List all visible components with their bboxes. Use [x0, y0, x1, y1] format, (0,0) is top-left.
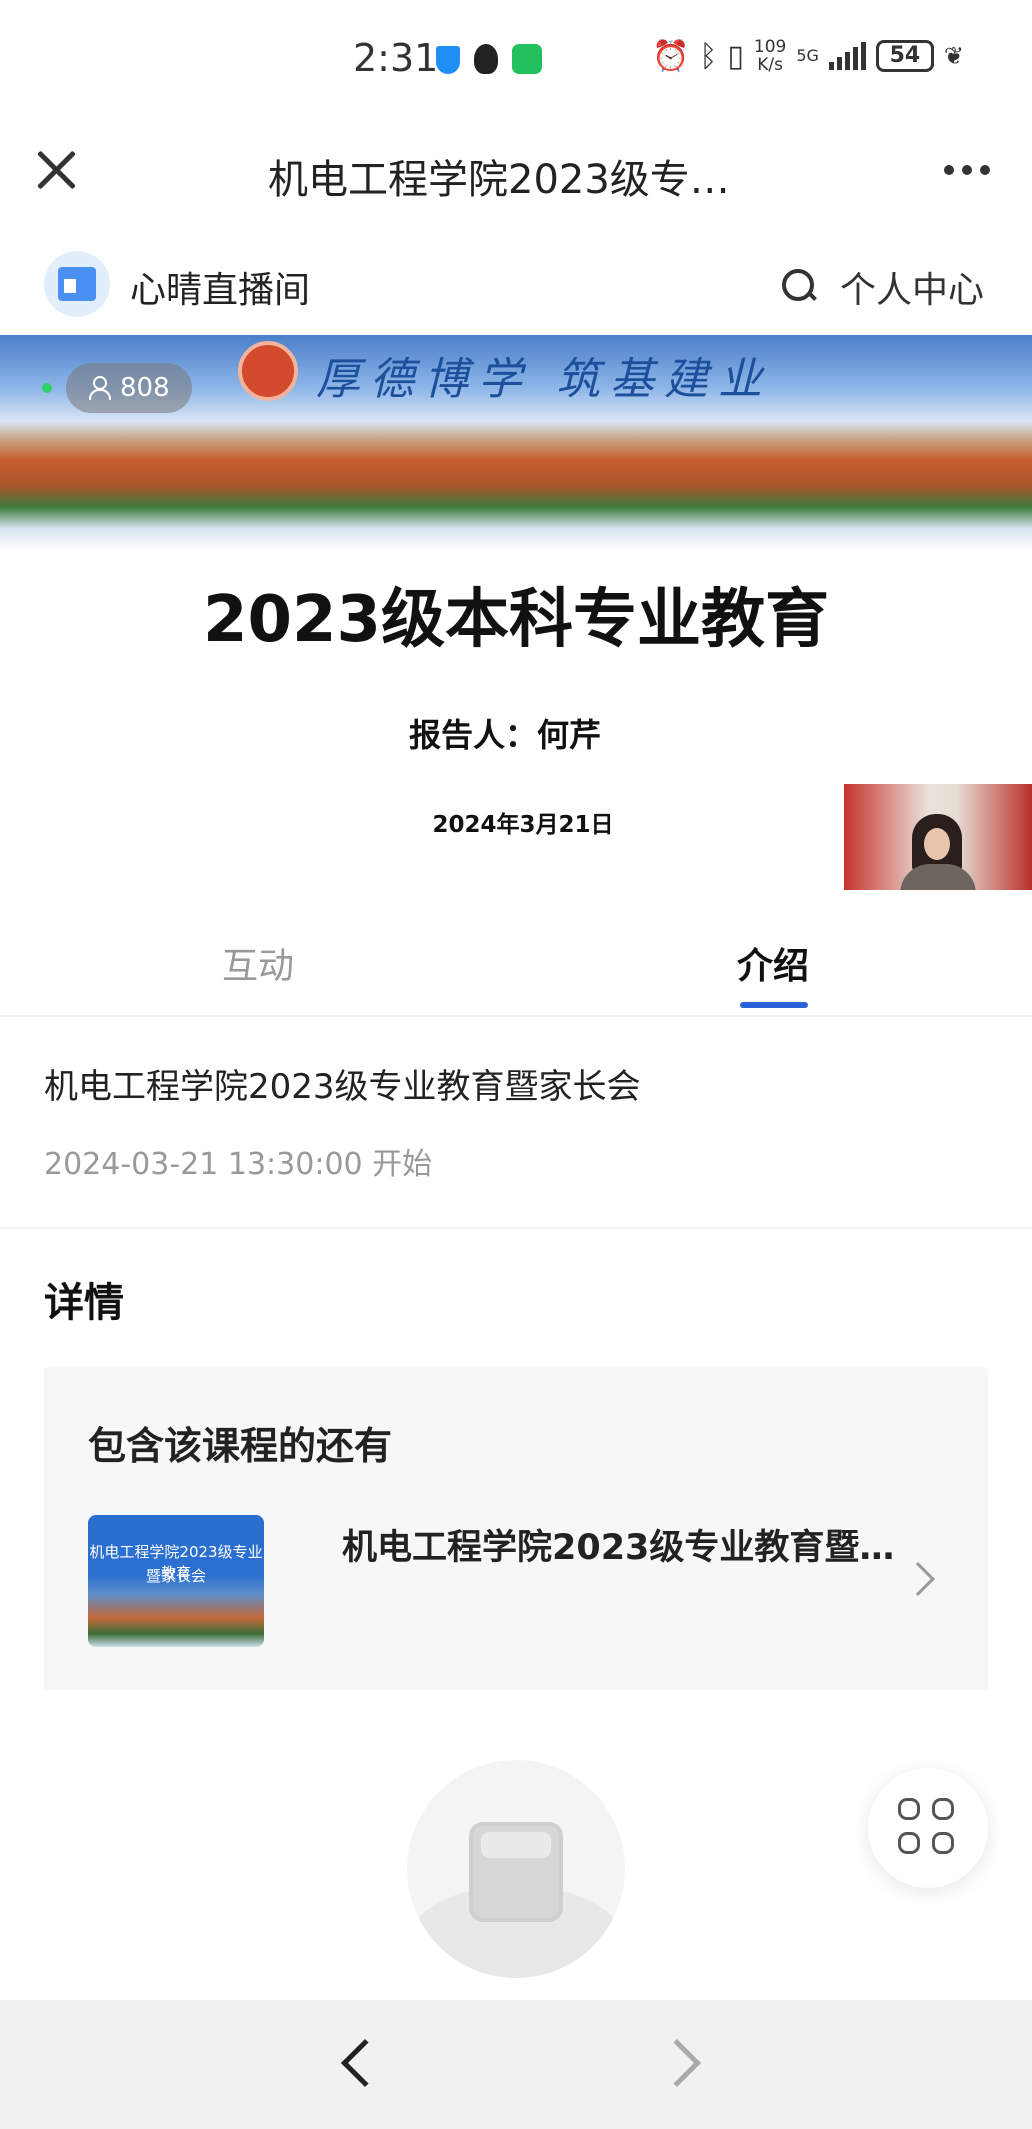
channel-name[interactable]: 心晴直播间 [130, 261, 310, 313]
event-info: 机电工程学院2023级专业教育暨家长会 2024-03-21 13:30:00 … [0, 1017, 1032, 1229]
empty-box-illustration [407, 1760, 625, 1978]
thumbnail-caption-line2: 暨家长会 [145, 1567, 206, 1585]
slide-title: 2023级本科专业教育 [202, 583, 830, 657]
status-bar: 2:31 ⏰ ᛒ ▯ 109 K/s 5G 54 ❦ [0, 0, 1032, 115]
title-bar: 机电工程学院2023级专… [0, 115, 1032, 225]
forward-arrow-icon[interactable] [652, 2038, 702, 2088]
event-start-time: 2024-03-21 13:30:00 开始 [44, 1147, 433, 1182]
store-icon [58, 267, 96, 301]
user-icon [88, 376, 111, 400]
box-icon [469, 1822, 563, 1922]
channel-avatar[interactable] [44, 251, 110, 317]
event-title: 机电工程学院2023级专业教育暨家长会 [44, 1067, 641, 1107]
related-course-title: 机电工程学院2023级专业教育暨… [342, 1528, 895, 1568]
tab-bar: 互动 介绍 [0, 895, 1032, 1017]
related-courses-heading: 包含该课程的还有 [88, 1424, 393, 1468]
shield-icon [436, 46, 460, 74]
slide-reporter: 报告人：何芹 [408, 716, 601, 754]
related-course-thumbnail: 机电工程学院2023级专业教育 暨家长会 [88, 1515, 264, 1647]
channel-header: 心晴直播间 个人中心 [0, 225, 1032, 335]
search-icon[interactable] [782, 269, 816, 303]
browser-bottom-nav [0, 2000, 1032, 2129]
viewer-count: 808 [120, 373, 170, 403]
network-speed: 109 K/s [754, 38, 786, 74]
details-heading: 详情 [44, 1280, 124, 1326]
viewer-count-badge: 808 [66, 363, 192, 413]
vibrate-icon: ▯ [727, 38, 744, 74]
related-course-item[interactable]: 机电工程学院2023级专业教育 暨家长会 机电工程学院2023级专业教育暨… [88, 1515, 958, 1649]
banner-motto: 厚德博学 筑基建业 [316, 354, 772, 405]
leaf-icon: ❦ [943, 42, 965, 70]
personal-center-link[interactable]: 个人中心 [840, 261, 984, 313]
close-icon[interactable] [32, 145, 82, 195]
network-speed-unit: K/s [757, 55, 783, 75]
battery-indicator: 54 [875, 40, 934, 72]
bluetooth-icon: ᛒ [699, 38, 718, 74]
apps-grid-icon [898, 1798, 920, 1820]
live-video-player[interactable]: 厚德博学 筑基建业 808 2023级本科专业教育 报告人：何芹 2024年3月… [0, 335, 1032, 895]
presenter-camera-pip[interactable] [844, 784, 1032, 890]
network-type: 5G [796, 46, 819, 65]
status-app-icons [436, 44, 542, 74]
active-tab-indicator [740, 1002, 808, 1008]
apps-grid-button[interactable] [868, 1768, 988, 1888]
signal-icon [828, 42, 866, 70]
wechat-icon [512, 44, 542, 74]
page-title: 机电工程学院2023级专… [268, 157, 730, 203]
university-logo [238, 341, 298, 401]
status-system-icons: ⏰ ᛒ ▯ 109 K/s 5G 54 ❦ [652, 38, 964, 74]
network-speed-value: 109 [753, 37, 787, 57]
related-courses-card: 包含该课程的还有 机电工程学院2023级专业教育 暨家长会 机电工程学院2023… [44, 1367, 988, 1690]
back-arrow-icon[interactable] [340, 2038, 390, 2088]
qq-icon [474, 44, 498, 74]
tab-introduction[interactable]: 介绍 [737, 937, 809, 989]
tab-interaction[interactable]: 互动 [222, 937, 294, 989]
live-indicator-dot [42, 383, 52, 393]
status-time: 2:31 [353, 36, 439, 80]
alarm-icon: ⏰ [652, 38, 690, 74]
more-options-icon[interactable] [944, 165, 990, 175]
